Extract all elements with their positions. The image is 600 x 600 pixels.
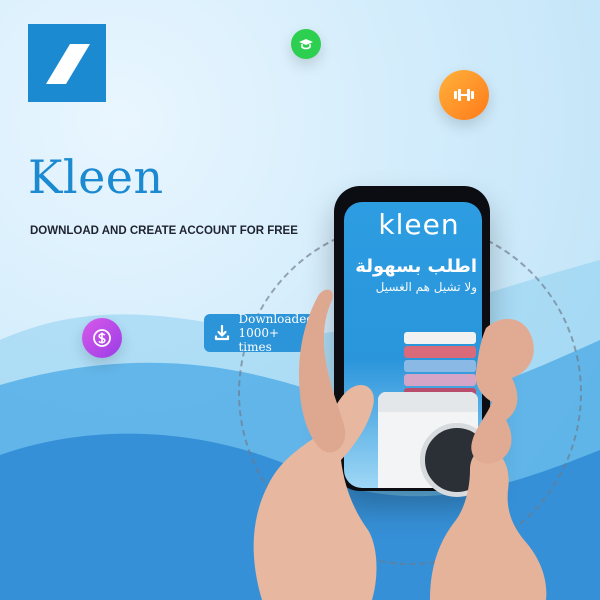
stripe-logo-icon xyxy=(46,44,90,84)
phone-subline: ولا تشيل هم الغسيل xyxy=(375,280,477,294)
washing-machine-top xyxy=(378,392,478,412)
brand-subtitle: DOWNLOAD AND CREATE ACCOUNT FOR FREE xyxy=(30,225,298,237)
dumbbell-icon xyxy=(439,70,489,120)
brand-title: Kleen xyxy=(28,150,164,204)
app-logo-text: kleen xyxy=(378,208,460,241)
download-line-2: 1000+ times xyxy=(238,326,280,354)
dollar-icon xyxy=(82,318,122,358)
download-icon xyxy=(212,322,232,344)
washing-machine-drum xyxy=(420,423,494,497)
download-text: Downloaded 1000+ times xyxy=(238,312,314,354)
download-badge: Downloaded 1000+ times xyxy=(204,312,322,354)
download-line-1: Downloaded xyxy=(238,312,314,326)
graduation-icon xyxy=(291,29,321,59)
phone-headline: اطلب بسهولة xyxy=(355,256,477,277)
logo-mark xyxy=(28,24,106,102)
